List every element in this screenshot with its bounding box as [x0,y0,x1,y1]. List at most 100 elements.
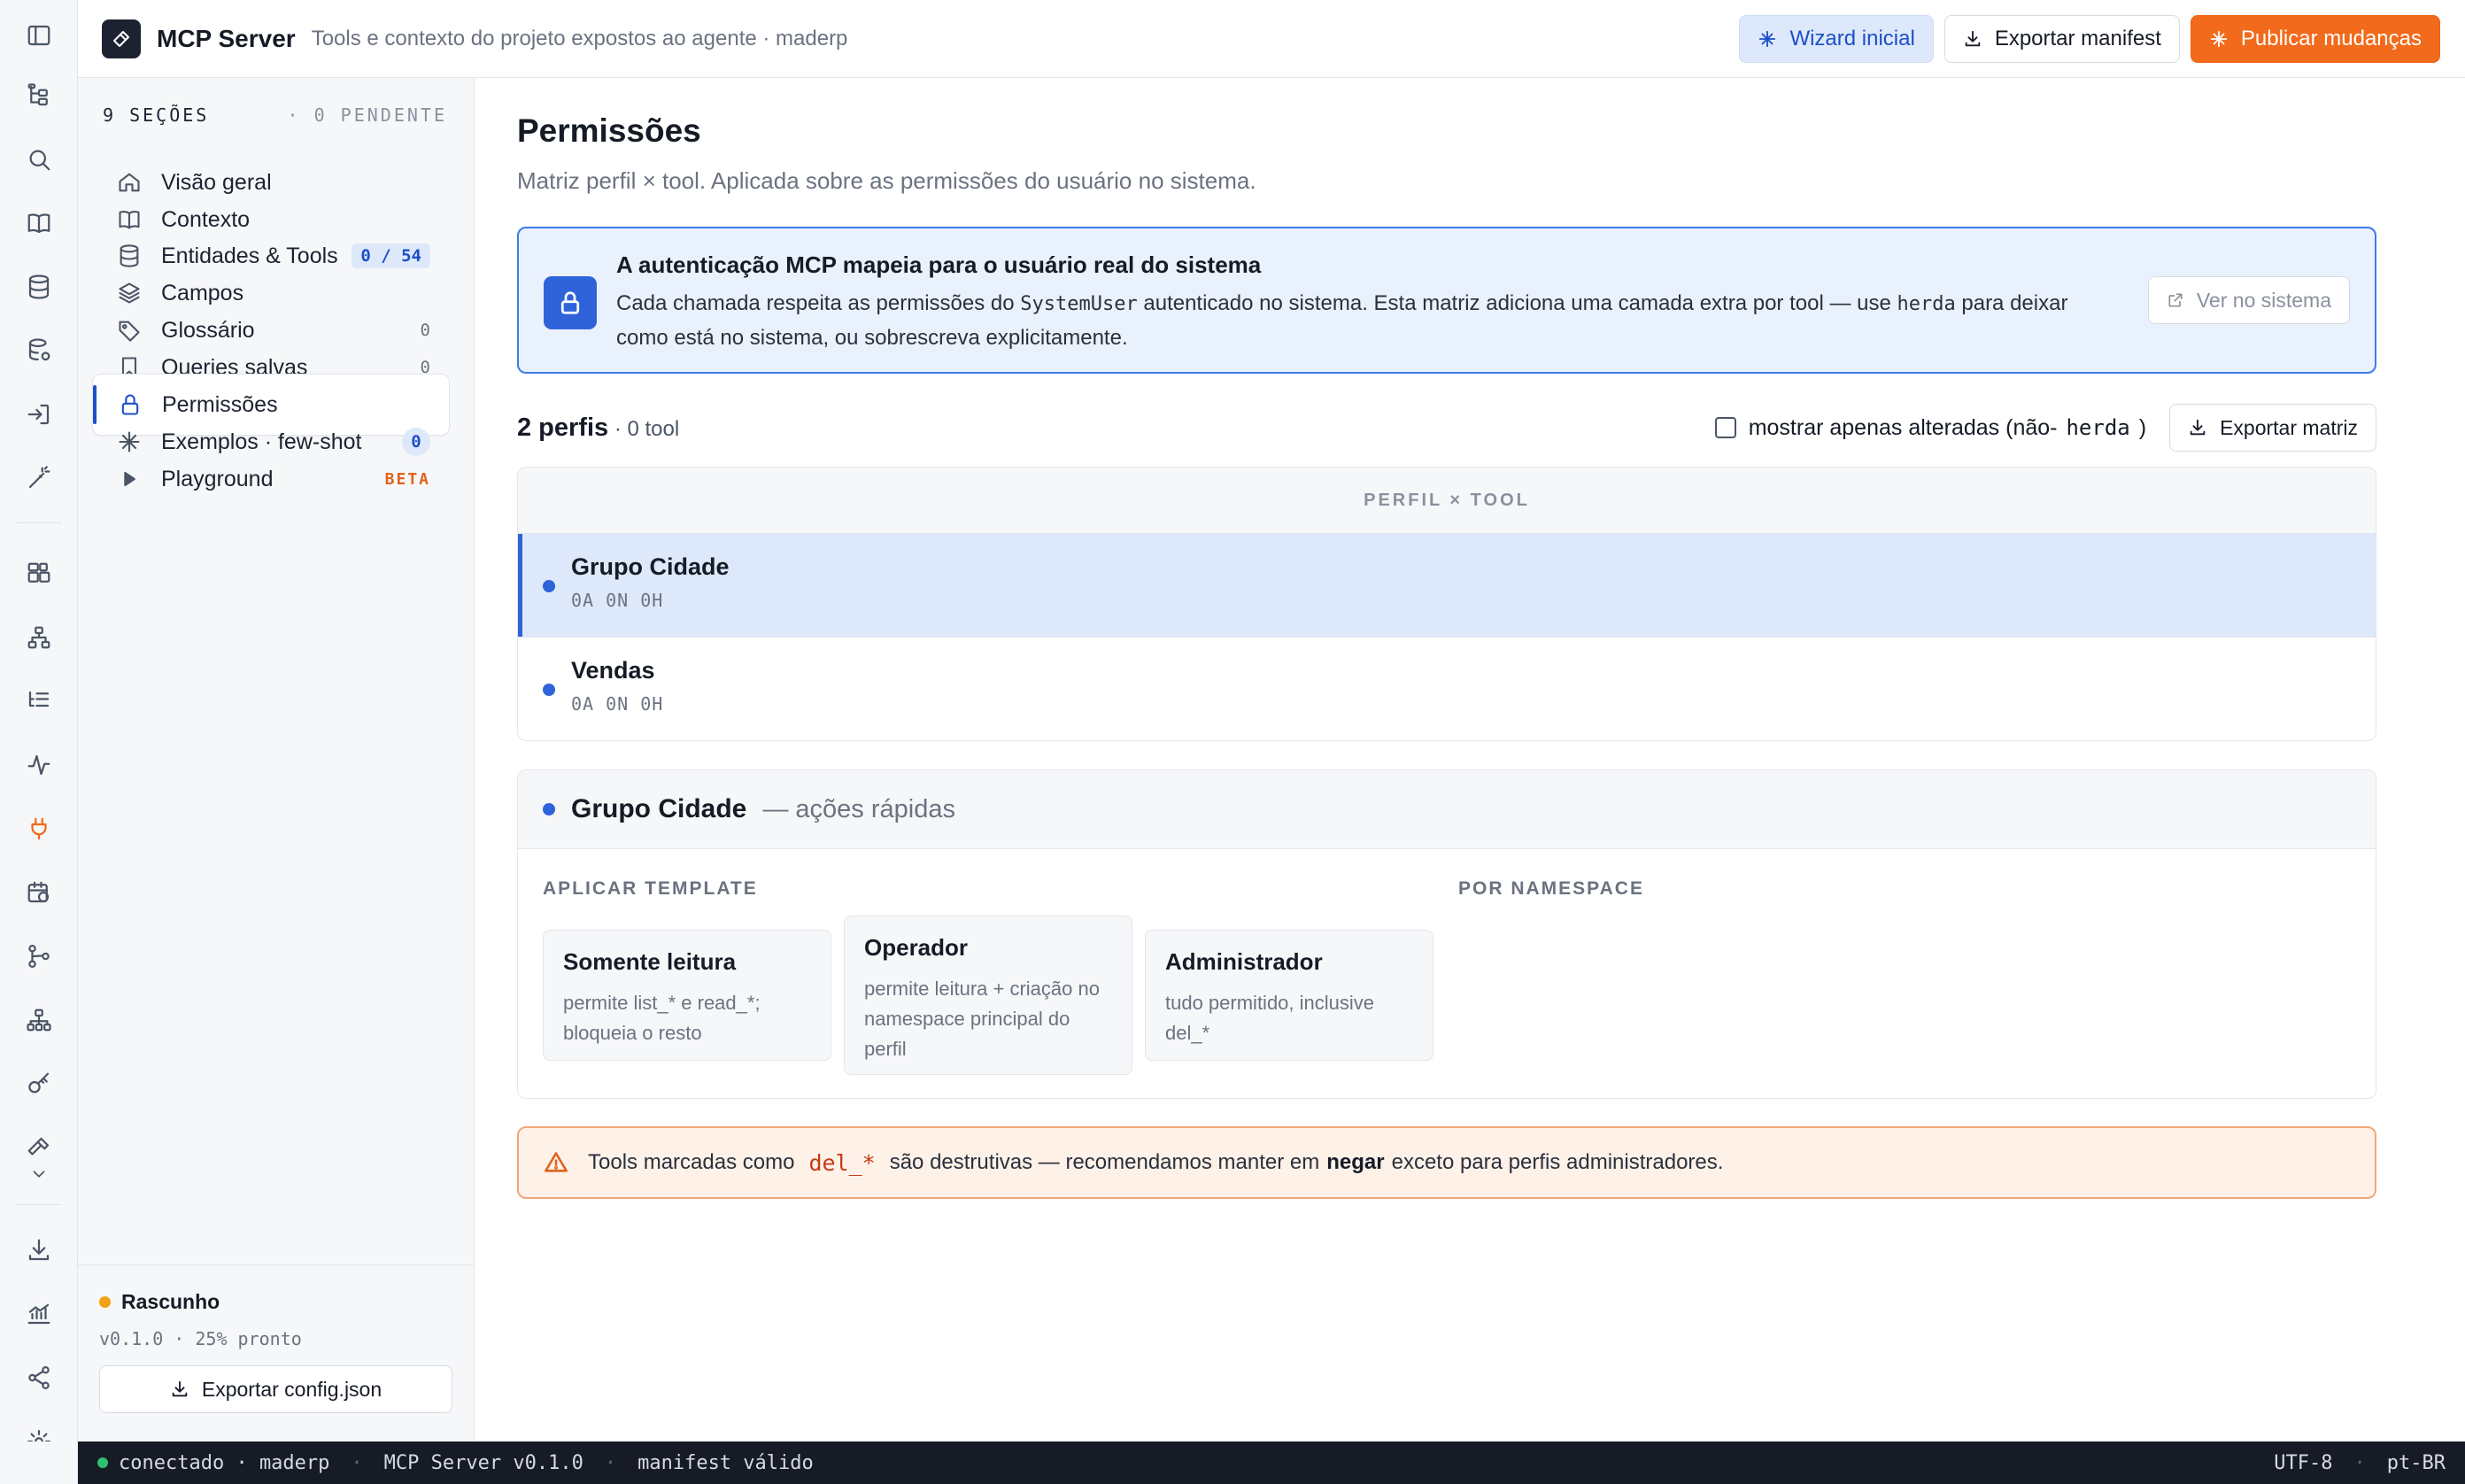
sidebar-item-playground[interactable]: Playground BETA [92,448,450,510]
magic-wand-icon[interactable] [23,462,55,494]
icon-rail [0,0,78,1453]
profile-tool-matrix: PERFIL × TOOL Grupo Cidade 0A 0N 0H Vend… [517,467,2376,741]
profile-row-grupo-cidade[interactable]: Grupo Cidade 0A 0N 0H [518,534,2376,638]
profiles-count: 2 perfis [517,413,609,442]
only-changed-filter[interactable]: mostrar apenas alteradas (não- herda ) [1714,414,2146,441]
database-gear-icon[interactable] [23,335,55,367]
key-icon[interactable] [23,1068,55,1100]
locale: pt-BR [2386,1451,2446,1474]
calendar-clock-icon[interactable] [23,877,55,908]
template-desc: tudo permitido, inclusive del_* [1165,992,1375,1044]
export-matrix-button[interactable]: Exportar matriz [2169,404,2376,452]
view-in-system-label: Ver no sistema [2196,288,2331,312]
export-manifest-label: Exportar manifest [1994,26,2161,50]
download-icon[interactable] [23,1234,55,1266]
view-in-system-button[interactable]: Ver no sistema [2147,276,2350,324]
sections-count: 9 SEÇÕES [103,104,210,126]
destructive-tools-warning: Tools marcadas como del_* são destrutiva… [517,1126,2376,1199]
app-subtitle: Tools e contexto do projeto expostos ao … [311,26,848,50]
template-card-administrador[interactable]: Administrador tudo permitido, inclusive … [1145,930,1433,1061]
info-code-systemuser: SystemUser [1020,293,1138,315]
warning-code: del_* [808,1149,876,1176]
export-manifest-button[interactable]: Exportar manifest [1943,14,2180,63]
hierarchy-icon[interactable] [23,622,55,653]
widgets-icon[interactable] [23,558,55,590]
export-config-label: Exportar config.json [201,1377,382,1401]
profile-counts: 0A 0N 0H [571,693,664,715]
wizard-button[interactable]: Wizard inicial [1739,14,1934,63]
panel-toggle-icon[interactable] [23,19,55,51]
template-card-operador[interactable]: Operador permite leitura + criação no na… [844,916,1132,1075]
matrix-header: PERFIL × TOOL [518,468,2376,534]
quick-actions-subtitle: — ações rápidas [762,794,955,823]
status-right: UTF-8 · pt-BR [2274,1452,2446,1474]
plug-icon[interactable] [23,813,55,845]
auth-info-banner: A autenticação MCP mapeia para o usuário… [517,227,2376,374]
profile-name: Vendas [571,657,655,684]
page-title: Permissões [517,112,701,149]
git-branch-icon[interactable] [23,940,55,972]
section-sidebar: 9 SEÇÕES · 0 PENDENTE Visão geral Contex… [78,78,475,1441]
profile-counts: 0A 0N 0H [571,590,664,611]
connection-status-dot [97,1457,108,1468]
publish-label: Publicar mudanças [2240,26,2422,50]
quick-actions-header: Grupo Cidade — ações rápidas [518,770,2376,849]
namespace-label: POR NAMESPACE [1458,878,1644,899]
share-icon[interactable] [23,1362,55,1394]
wizard-label: Wizard inicial [1789,26,1915,50]
beta-badge: BETA [384,469,430,489]
profile-row-vendas[interactable]: Vendas 0A 0N 0H [518,638,2376,740]
profile-dot [543,580,555,592]
profile-name: Grupo Cidade [571,553,730,580]
main-content: Permissões Matriz perfil × tool. Aplicad… [475,79,2465,1441]
warning-text: exceto para perfis administradores. [1391,1150,1724,1174]
hammer-icon[interactable] [23,1132,55,1163]
search-icon[interactable] [23,143,55,175]
chevron-down-icon[interactable] [23,1162,55,1186]
template-card-somente-leitura[interactable]: Somente leitura permite list_* e read_*;… [543,930,831,1061]
template-name: Somente leitura [563,948,737,975]
status-separator: · [604,1451,617,1474]
connection-status: conectado · maderp [119,1451,330,1474]
sidebar-header: 9 SEÇÕES · 0 PENDENTE [103,104,447,126]
warning-icon [545,1152,568,1172]
import-icon[interactable] [23,398,55,430]
filter-label: mostrar apenas alteradas (não- [1748,414,2058,440]
profile-dot [543,803,555,815]
publish-button[interactable]: Publicar mudanças [2190,14,2440,63]
info-text-part: Cada chamada respeita as permissões do [616,291,1021,315]
book-icon[interactable] [23,207,55,239]
download-icon [1965,30,1981,46]
rail-footer [0,1441,78,1484]
filter-code: herda [2066,415,2130,440]
download-icon [2190,419,2206,436]
template-desc: permite list_* e read_*; bloqueia o rest… [563,992,761,1044]
quick-actions-profile: Grupo Cidade [571,794,747,823]
chart-icon[interactable] [23,1298,55,1330]
download-icon [172,1380,188,1397]
app-logo-icon [102,19,141,58]
status-bar: conectado · maderp · MCP Server v0.1.0 ·… [78,1441,2465,1484]
version-progress: v0.1.0 · 25% pronto [99,1328,302,1349]
draft-status-label: Rascunho [121,1290,220,1313]
database-icon[interactable] [23,271,55,303]
profile-dot [543,684,555,696]
template-desc: permite leitura + criação no namespace p… [864,978,1100,1060]
template-name: Administrador [1165,948,1323,975]
server-version: MCP Server v0.1.0 [383,1451,583,1474]
status-separator: · [2353,1451,2366,1474]
activity-icon[interactable] [23,749,55,781]
sitemap-icon[interactable] [23,1004,55,1036]
list-tree-icon[interactable] [23,685,55,717]
only-changed-checkbox[interactable] [1714,417,1736,438]
tree-icon[interactable] [23,80,55,112]
encoding: UTF-8 [2274,1451,2333,1474]
warning-text: são destrutivas — recomendamos manter em [889,1150,1320,1174]
export-config-button[interactable]: Exportar config.json [99,1365,452,1413]
pending-count: · 0 PENDENTE [287,104,447,126]
matrix-summary-row: 2 perfis · 0 tool mostrar apenas alterad… [517,403,2376,452]
quick-actions-panel: Grupo Cidade — ações rápidas APLICAR TEM… [517,769,2376,1099]
warning-text: Tools marcadas como [588,1150,795,1174]
external-link-icon [2168,293,2183,307]
manifest-status: manifest válido [638,1451,814,1474]
